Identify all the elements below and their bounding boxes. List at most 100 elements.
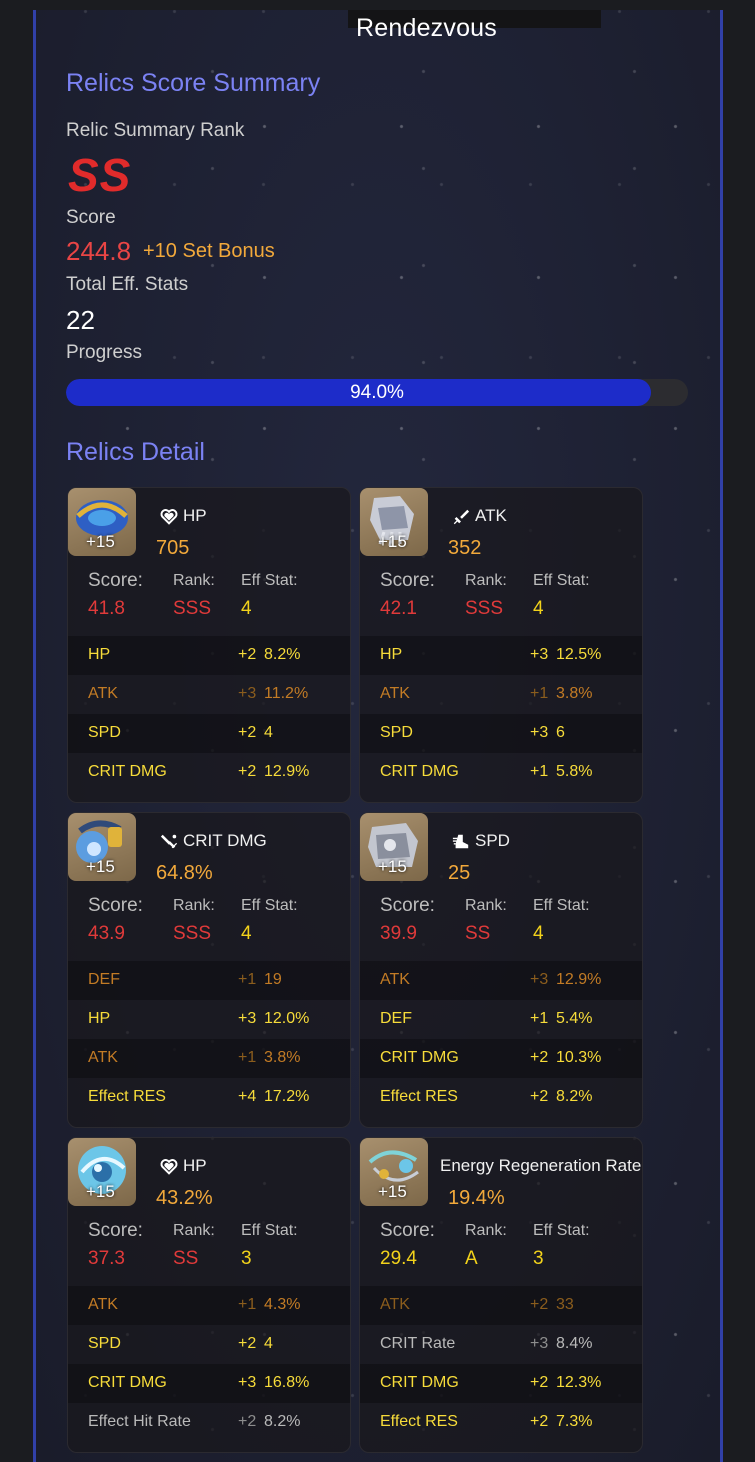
rank-label: Rank: <box>465 572 507 589</box>
score-label: Score: <box>380 895 435 916</box>
set-bonus: +10 Set Bonus <box>143 240 275 262</box>
relic-rank: SS <box>465 923 491 944</box>
substat-rolls: +2 <box>238 763 257 780</box>
substat-rolls: +1 <box>530 685 549 702</box>
substat-name: HP <box>88 1010 111 1027</box>
substat-value: 7.3% <box>556 1413 593 1430</box>
relic-eff-stat: 4 <box>241 598 252 619</box>
detail-heading: Relics Detail <box>66 438 205 466</box>
relic-eff-stat: 3 <box>241 1248 252 1269</box>
substat-row: CRIT DMG +2 12.3% <box>360 1364 642 1403</box>
heart-icon <box>160 508 178 526</box>
relic-score: 41.8 <box>88 598 125 619</box>
relic-card: +15 ATK 352 Score: Rank: Eff Stat: 42.1 SSS 4 H… <box>359 487 643 803</box>
substat-name: CRIT Rate <box>380 1335 456 1352</box>
substat-row: HP +3 12.5% <box>360 636 642 675</box>
substat-name: Effect RES <box>380 1413 458 1430</box>
eff-stat-label: Eff Stat: <box>241 1222 298 1239</box>
main-stat-name: HP <box>183 506 207 525</box>
substat-rolls: +2 <box>238 1335 257 1352</box>
relic-score: 39.9 <box>380 923 417 944</box>
substat-name: CRIT DMG <box>380 1374 459 1391</box>
substat-rolls: +1 <box>530 1010 549 1027</box>
substat-value: 12.3% <box>556 1374 602 1391</box>
main-stat-name: SPD <box>475 831 510 850</box>
substat-row: ATK +3 12.9% <box>360 961 642 1000</box>
relic-card: +15 Energy Regeneration Rate 19.4% Score: R… <box>359 1137 643 1453</box>
substat-row: ATK +1 4.3% <box>68 1286 350 1325</box>
relic-card: +15 CRIT DMG 64.8% Score: Rank: Eff Stat: 43.… <box>67 812 351 1128</box>
relic-eff-stat: 4 <box>533 598 544 619</box>
eff-stat-label: Eff Stat: <box>533 572 590 589</box>
relic-score: 29.4 <box>380 1248 417 1269</box>
rank-label: Rank: <box>465 897 507 914</box>
eff-stat-label: Eff Stat: <box>533 1222 590 1239</box>
main-stat-value: 25 <box>448 862 471 884</box>
relic-level: +15 <box>86 1182 115 1201</box>
substat-value: 6 <box>556 724 565 741</box>
heart-icon <box>160 1158 178 1176</box>
eff-stat-label: Eff Stat: <box>533 897 590 914</box>
progress-bar: 94.0% <box>66 379 688 406</box>
substat-list: ATK +2 33 CRIT Rate +3 8.4% CRIT DMG +2 … <box>360 1286 642 1442</box>
substat-name: DEF <box>88 971 120 988</box>
relic-level: +15 <box>378 532 407 551</box>
relic-image: +15 <box>360 1138 428 1206</box>
rank-label: Relic Summary Rank <box>66 120 245 141</box>
substat-value: 3.8% <box>556 685 593 702</box>
eff-stats-label: Total Eff. Stats <box>66 274 189 295</box>
rank-label: Rank: <box>173 897 215 914</box>
rank-label: Rank: <box>173 572 215 589</box>
substat-value: 33 <box>556 1296 574 1313</box>
substat-name: HP <box>380 646 403 663</box>
relic-image: +15 <box>68 1138 136 1206</box>
substat-value: 8.2% <box>556 1088 593 1105</box>
relic-image: +15 <box>68 488 136 556</box>
substat-rolls: +2 <box>530 1374 549 1391</box>
main-stat-value: 705 <box>156 537 190 559</box>
substat-value: 5.4% <box>556 1010 593 1027</box>
substat-rolls: +2 <box>530 1413 549 1430</box>
relic-level: +15 <box>86 857 115 876</box>
substat-row: Effect RES +4 17.2% <box>68 1078 350 1117</box>
substat-list: DEF +1 19 HP +3 12.0% ATK +1 3.8% Effect… <box>68 961 350 1117</box>
substat-value: 12.5% <box>556 646 602 663</box>
substat-name: HP <box>88 646 111 663</box>
summary-rank: SS <box>68 149 132 201</box>
substat-rolls: +2 <box>238 646 257 663</box>
relic-score: 37.3 <box>88 1248 125 1269</box>
main-stat-name: HP <box>183 1156 207 1175</box>
substat-name: SPD <box>88 724 121 741</box>
substat-value: 4 <box>264 724 273 741</box>
substat-name: CRIT DMG <box>380 1049 459 1066</box>
substat-rolls: +1 <box>530 763 549 780</box>
score-label: Score: <box>88 570 143 591</box>
substat-name: SPD <box>88 1335 121 1352</box>
relic-rank: SSS <box>173 598 212 619</box>
relic-image: +15 <box>360 813 428 881</box>
relic-image: +15 <box>360 488 428 556</box>
rank-label: Rank: <box>465 1222 507 1239</box>
substat-name: SPD <box>380 724 413 741</box>
relic-image: +15 <box>68 813 136 881</box>
substat-name: Effect RES <box>380 1088 458 1105</box>
relic-score: 42.1 <box>380 598 417 619</box>
score-label: Score: <box>380 1220 435 1241</box>
progress-text: 94.0% <box>350 382 404 403</box>
relic-eff-stat: 3 <box>533 1248 544 1269</box>
substat-value: 12.9% <box>264 763 310 780</box>
substat-row: ATK +1 3.8% <box>360 675 642 714</box>
progress-label: Progress <box>66 342 143 363</box>
relic-card: +15 HP 43.2% Score: Rank: Eff Stat: 37.3 SS 3 A… <box>67 1137 351 1453</box>
substat-name: ATK <box>380 1296 410 1313</box>
substat-rolls: +3 <box>530 1335 549 1352</box>
summary-score: 244.8 <box>66 236 132 266</box>
page-title: Rendezvous <box>356 14 497 42</box>
substat-rolls: +2 <box>530 1088 549 1105</box>
substat-list: HP +2 8.2% ATK +3 11.2% SPD +2 4 CRIT DM… <box>68 636 350 792</box>
substat-name: ATK <box>380 971 410 988</box>
substat-rolls: +3 <box>238 1010 257 1027</box>
substat-value: 12.9% <box>556 971 602 988</box>
substat-row: DEF +1 5.4% <box>360 1000 642 1039</box>
substat-value: 8.2% <box>264 646 301 663</box>
